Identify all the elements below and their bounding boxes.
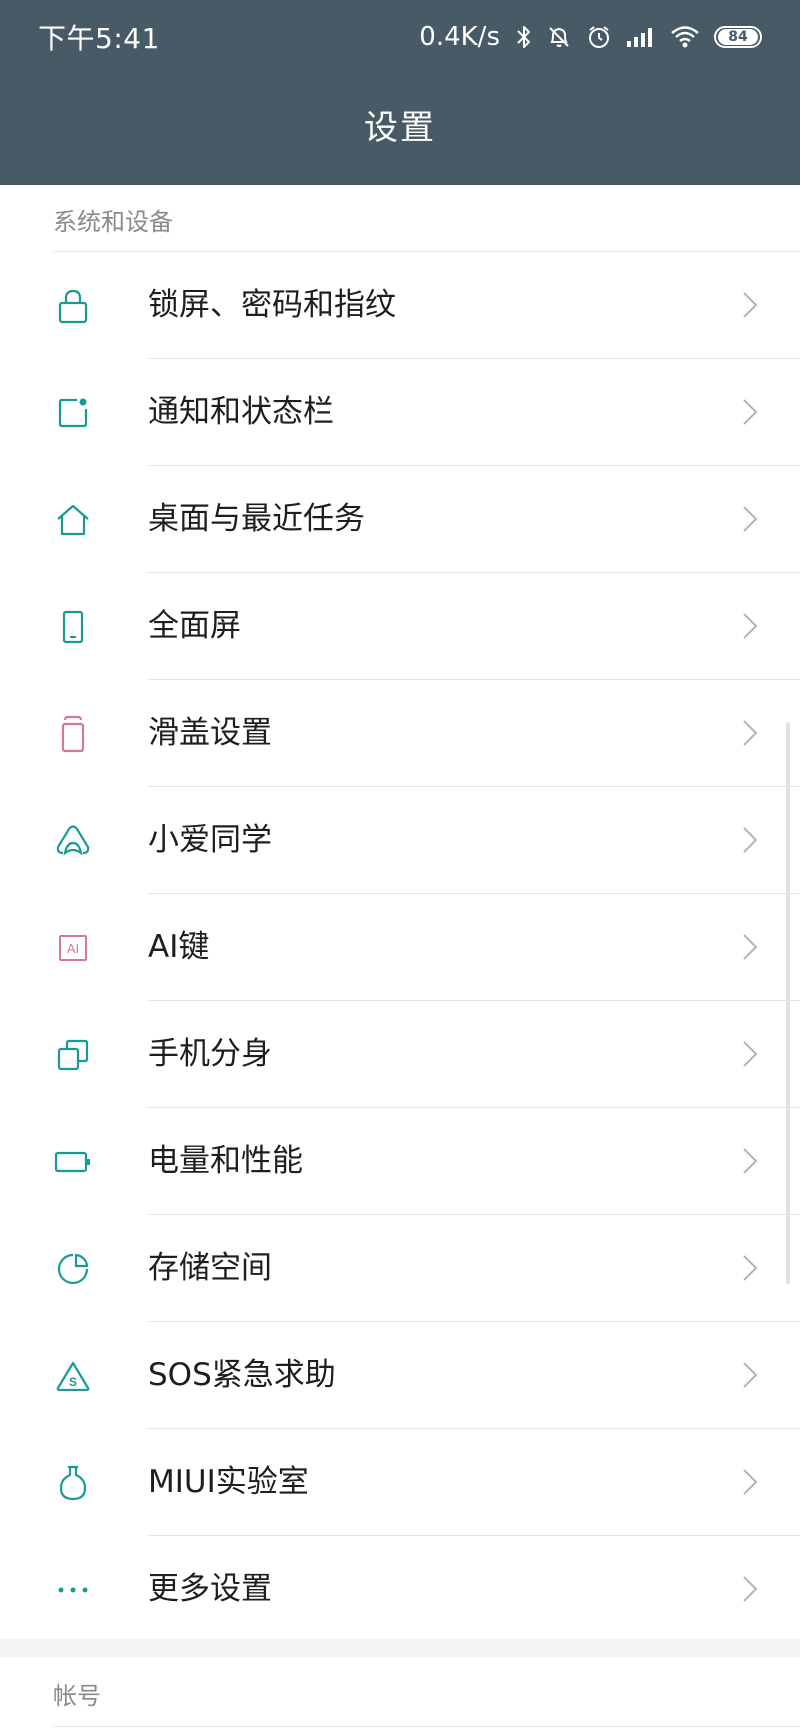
svg-text:AI: AI (67, 941, 79, 956)
chevron-right-icon (743, 1041, 758, 1067)
chevron-right-icon (743, 1469, 758, 1495)
alarm-icon (586, 24, 612, 50)
wifi-icon (670, 25, 700, 49)
chevron-right-icon (743, 292, 758, 318)
section-label-system: 系统和设备 (53, 208, 173, 236)
setting-xiaoai[interactable]: 小爱同学 (0, 787, 800, 894)
phone-screen-icon (52, 606, 94, 648)
cellular-signal-icon (626, 26, 656, 48)
setting-full-screen[interactable]: 全面屏 (0, 573, 800, 680)
storage-icon (52, 1248, 94, 1290)
chevron-right-icon (743, 1576, 758, 1602)
chevron-right-icon (743, 613, 758, 639)
chevron-right-icon (743, 506, 758, 532)
setting-label: 全面屏 (148, 608, 241, 644)
setting-label: 手机分身 (148, 1036, 272, 1072)
chevron-right-icon (743, 720, 758, 746)
section-label-account: 帐号 (53, 1682, 101, 1710)
chevron-right-icon (743, 1362, 758, 1388)
setting-second-space[interactable]: 手机分身 (0, 1001, 800, 1108)
battery-indicator: 84 (714, 26, 762, 48)
chevron-right-icon (743, 934, 758, 960)
setting-label: 更多设置 (148, 1571, 272, 1607)
battery-level: 84 (718, 29, 758, 45)
app-header: 下午5:41 0.4K/s 84 设置 (0, 0, 800, 185)
setting-label: MIUI实验室 (148, 1464, 309, 1500)
network-speed: 0.4K/s (419, 22, 500, 52)
setting-ai-key[interactable]: AI AI键 (0, 894, 800, 1001)
setting-label: 电量和性能 (148, 1143, 303, 1179)
lock-icon (52, 285, 94, 327)
setting-storage[interactable]: 存储空间 (0, 1215, 800, 1322)
setting-label: SOS紧急求助 (148, 1357, 336, 1393)
svg-text:S: S (69, 1375, 77, 1389)
chevron-right-icon (743, 1148, 758, 1174)
status-bar: 下午5:41 0.4K/s 84 (0, 0, 800, 74)
setting-label: 通知和状态栏 (148, 394, 334, 430)
notification-icon (52, 392, 94, 434)
setting-notifications[interactable]: 通知和状态栏 (0, 359, 800, 466)
status-icons: 0.4K/s 84 (419, 22, 762, 52)
setting-sos[interactable]: S SOS紧急求助 (0, 1322, 800, 1429)
setting-label: 存储空间 (148, 1250, 272, 1286)
slider-cover-icon (52, 713, 94, 755)
setting-battery-performance[interactable]: 电量和性能 (0, 1108, 800, 1215)
chevron-right-icon (743, 827, 758, 853)
setting-label: 小爱同学 (148, 822, 272, 858)
bluetooth-icon (516, 24, 532, 50)
setting-lock-screen[interactable]: 锁屏、密码和指纹 (0, 252, 800, 359)
second-space-icon (52, 1034, 94, 1076)
setting-label: 锁屏、密码和指纹 (148, 287, 396, 323)
chevron-right-icon (743, 399, 758, 425)
scrollbar[interactable] (786, 722, 790, 1284)
home-icon (52, 499, 94, 541)
settings-list-system: 锁屏、密码和指纹 通知和状态栏 桌面与最近任务 全面屏 滑盖设置 小爱同学 AI… (0, 252, 800, 1643)
section-divider (53, 1726, 800, 1727)
more-dots-icon (52, 1569, 94, 1611)
chevron-right-icon (743, 1255, 758, 1281)
section-gap (0, 1639, 800, 1657)
lab-flask-icon (52, 1462, 94, 1504)
setting-miui-lab[interactable]: MIUI实验室 (0, 1429, 800, 1536)
setting-label: 桌面与最近任务 (148, 501, 365, 537)
ai-key-icon: AI (52, 927, 94, 969)
page-title: 设置 (364, 108, 436, 148)
xiaoai-icon (52, 820, 94, 862)
setting-label: AI键 (148, 929, 210, 965)
mute-bell-icon (546, 24, 572, 50)
setting-home-screen[interactable]: 桌面与最近任务 (0, 466, 800, 573)
status-time: 下午5:41 (38, 22, 160, 55)
setting-label: 滑盖设置 (148, 715, 272, 751)
setting-more[interactable]: 更多设置 (0, 1536, 800, 1643)
setting-slider-cover[interactable]: 滑盖设置 (0, 680, 800, 787)
battery-icon (52, 1141, 94, 1183)
sos-icon: S (52, 1355, 94, 1397)
